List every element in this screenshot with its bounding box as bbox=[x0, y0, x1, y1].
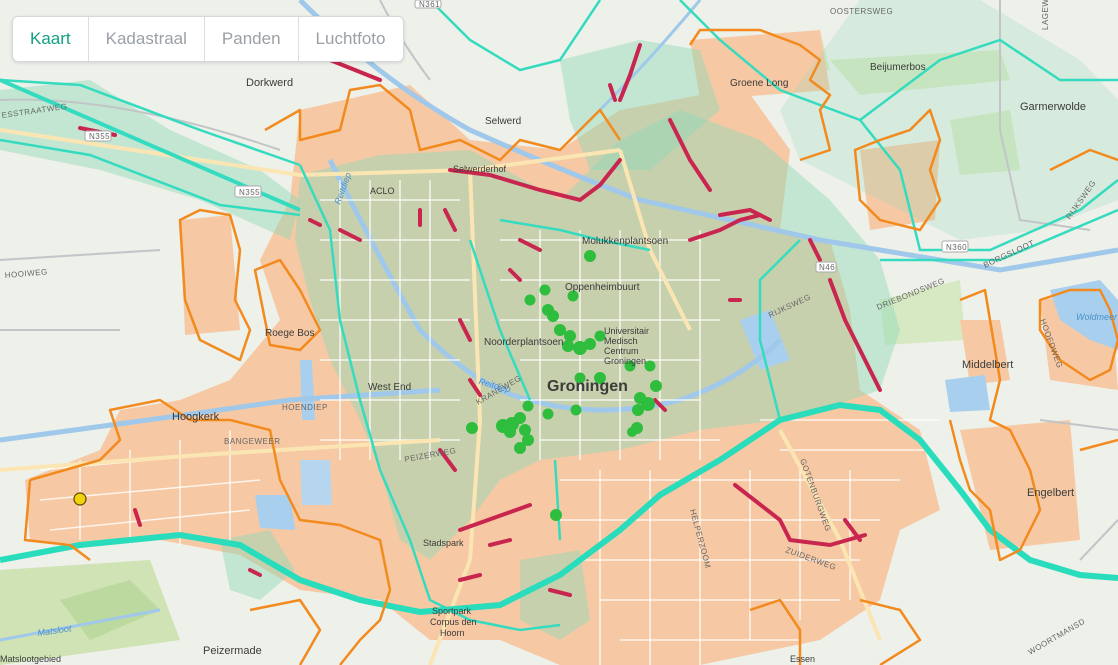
label-garmerwolde: Garmerwolde bbox=[1020, 101, 1086, 113]
road-oostersweg: OOSTERSWEG bbox=[830, 7, 893, 16]
label-peizermade: Peizermade bbox=[203, 645, 262, 657]
label-umcg-4: Groningen bbox=[604, 356, 646, 366]
map-canvas[interactable]: Dorkwerd Selwerd Groene Long Beijumerbos… bbox=[0, 0, 1118, 665]
svg-text:N360: N360 bbox=[946, 243, 967, 252]
label-groene-long: Groene Long bbox=[730, 78, 788, 89]
shield-n355: N355 bbox=[234, 185, 262, 198]
label-beijumerbos: Beijumerbos bbox=[870, 62, 926, 73]
tab-luchtfoto[interactable]: Luchtfoto bbox=[299, 17, 403, 61]
shield-n355-west: N355 bbox=[84, 130, 112, 142]
tab-panden[interactable]: Panden bbox=[205, 17, 299, 61]
label-matslootgebied: Matslootgebied bbox=[0, 654, 61, 664]
label-noorderplantsoen: Noorderplantsoen bbox=[484, 337, 564, 348]
svg-text:N361: N361 bbox=[419, 0, 440, 9]
label-sportpark-2: Corpus den bbox=[430, 617, 477, 627]
label-aclo: ACLO bbox=[370, 186, 395, 196]
label-city: Groningen bbox=[547, 378, 628, 395]
shield-n46: N46 bbox=[815, 261, 837, 273]
shield-n360: N360 bbox=[941, 240, 969, 253]
svg-text:N46: N46 bbox=[819, 263, 835, 272]
label-oppenheimbuurt: Oppenheimbuurt bbox=[565, 282, 640, 293]
label-molukkenplantsoen: Molukkenplantsoen bbox=[582, 236, 668, 247]
road-lageweg: LAGEWEG bbox=[1041, 0, 1050, 30]
label-umcg-3: Centrum bbox=[604, 346, 639, 356]
svg-text:N355: N355 bbox=[89, 132, 110, 141]
label-selwerderhof: Selwerderhof bbox=[453, 164, 507, 174]
tab-kadastraal[interactable]: Kadastraal bbox=[89, 17, 205, 61]
tab-kaart[interactable]: Kaart bbox=[13, 17, 89, 61]
label-engelbert: Engelbert bbox=[1027, 487, 1074, 499]
road-hoendiep: HOENDIEP bbox=[282, 403, 328, 412]
label-selwerd: Selwerd bbox=[485, 116, 521, 127]
label-umcg-1: Universitair bbox=[604, 326, 649, 336]
label-west-end: West End bbox=[368, 382, 411, 393]
label-hoogkerk: Hoogkerk bbox=[172, 411, 220, 423]
label-roege-bos: Roege Bos bbox=[265, 328, 314, 339]
label-middelbert: Middelbert bbox=[962, 359, 1013, 371]
svg-text:N355: N355 bbox=[239, 188, 260, 197]
label-essen: Essen bbox=[790, 654, 815, 664]
label-dorkwerd: Dorkwerd bbox=[246, 77, 293, 89]
label-sportpark-1: Sportpark bbox=[432, 606, 472, 616]
map-layer-tabs: Kaart Kadastraal Panden Luchtfoto bbox=[12, 16, 404, 62]
label-sportpark-3: Hoorn bbox=[440, 628, 465, 638]
road-bangeweer: BANGEWEER bbox=[224, 437, 281, 446]
shield-n361: N361 bbox=[414, 0, 442, 9]
label-stadspark: Stadspark bbox=[423, 538, 464, 548]
selected-point[interactable] bbox=[73, 492, 87, 506]
label-woldmeer: Woldmeer bbox=[1076, 312, 1118, 322]
label-umcg-2: Medisch bbox=[604, 336, 638, 346]
